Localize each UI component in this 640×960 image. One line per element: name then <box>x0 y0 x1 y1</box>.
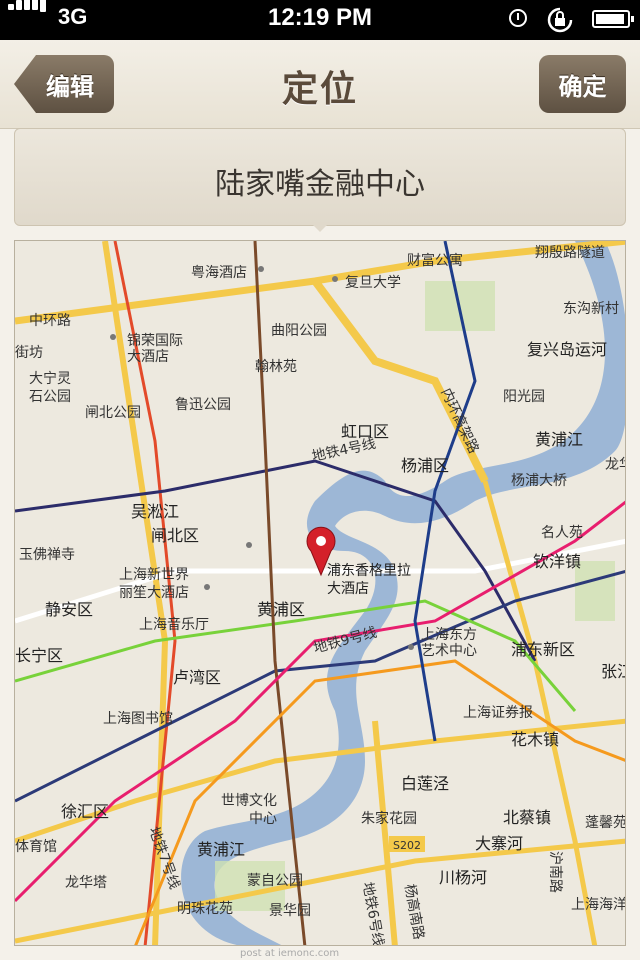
map-label: 大宁灵 <box>29 370 71 387</box>
poi-dot <box>110 334 116 340</box>
map-label: 上海证券报 <box>463 705 533 721</box>
map-label: 上海东方 <box>421 627 477 643</box>
map-label: 景华园 <box>269 903 311 919</box>
poi-dot <box>258 266 264 272</box>
selected-location-panel: 陆家嘴金融中心 <box>14 128 626 226</box>
map-label: 中环路 <box>29 313 71 329</box>
map-label: 龙华塔 <box>65 875 107 891</box>
panel-pointer <box>310 222 330 232</box>
map-label: 丽笙大酒店 <box>119 585 189 601</box>
map-label: 钦洋镇 <box>533 552 581 571</box>
map-label: 艺术中心 <box>421 643 477 659</box>
map-label: 黄浦区 <box>257 600 305 619</box>
rotation-lock-icon <box>547 7 573 33</box>
map-label: 东沟新村 <box>563 301 619 317</box>
map-label: 明珠花苑 <box>177 901 233 917</box>
map-label: 吴淞江 <box>131 502 179 521</box>
map-label: 杨浦区 <box>401 456 449 475</box>
road <box>15 838 625 944</box>
poi-dot <box>408 644 414 650</box>
map-label: 黄浦江 <box>535 430 583 449</box>
map-label: 曲阳公园 <box>271 323 327 339</box>
map-view[interactable]: 中环路 翔殷路隧道 东沟新村 复兴岛运河 财富公寓 粤海酒店 复旦大学 锦荣国际… <box>14 240 626 946</box>
pin-center <box>316 536 326 546</box>
navigation-bar: 编辑 定位 确定 <box>0 40 640 129</box>
map-label: 石公园 <box>29 389 71 405</box>
status-bar: 3G 12:19 PM <box>0 0 640 40</box>
pin-label-line2: 大酒店 <box>327 581 369 597</box>
map-label: 上海新世界 <box>119 567 189 583</box>
map-canvas[interactable]: 中环路 翔殷路隧道 东沟新村 复兴岛运河 财富公寓 粤海酒店 复旦大学 锦荣国际… <box>15 241 626 946</box>
map-label: 朱家花园 <box>361 810 417 827</box>
pin-label-line1: 浦东香格里拉 <box>327 563 411 579</box>
map-label: 闸北公园 <box>85 405 141 421</box>
map-label: 上海海洋 <box>571 897 626 913</box>
map-label: 白莲泾 <box>401 774 449 793</box>
map-label: 北蔡镇 <box>503 808 551 827</box>
map-label: 世博文化 <box>221 792 277 809</box>
map-label: 龙华 <box>605 457 626 473</box>
map-label: 鲁迅公园 <box>175 397 231 413</box>
map-label: 大酒店 <box>127 349 169 365</box>
map-label: 川杨河 <box>439 868 487 887</box>
map-label: 张江 <box>601 662 626 681</box>
map-label: 锦荣国际 <box>127 332 183 349</box>
map-label: 体育馆 <box>15 839 57 855</box>
poi-dot <box>246 542 252 548</box>
location-name: 陆家嘴金融中心 <box>215 167 425 202</box>
map-label: 静安区 <box>45 600 93 619</box>
map-label: 复兴岛运河 <box>527 340 607 359</box>
map-label: 卢湾区 <box>173 668 221 687</box>
map-label: 粤海酒店 <box>191 265 247 281</box>
map-label: 上海图书馆 <box>103 711 173 727</box>
metro-line <box>15 569 625 803</box>
map-label: 名人苑 <box>541 525 583 541</box>
map-label: 蓬馨苑 <box>585 815 626 831</box>
battery-icon <box>592 10 634 28</box>
map-label: 地铁6号线 <box>359 881 386 946</box>
map-label: 翔殷路隧道 <box>535 245 605 261</box>
highway-label: S202 <box>393 839 421 852</box>
confirm-button[interactable]: 确定 <box>539 55 626 113</box>
map-label: 财富公寓 <box>407 252 463 269</box>
map-label: 复旦大学 <box>345 274 401 291</box>
poi-dot <box>332 276 338 282</box>
map-label: 玉佛禅寺 <box>19 547 75 563</box>
map-label: 杨浦大桥 <box>511 473 567 489</box>
map-label: 杨高南路 <box>401 883 427 941</box>
map-label: 翰林苑 <box>255 359 297 375</box>
map-label: 中心 <box>249 811 277 827</box>
map-credits: post at iemonc.com <box>240 948 340 959</box>
map-label: 街坊 <box>15 345 43 361</box>
map-label: 浦东新区 <box>511 640 575 659</box>
map-label: 蒙自公园 <box>247 873 303 889</box>
map-label: 大寨河 <box>475 834 523 853</box>
alarm-icon <box>509 9 527 27</box>
map-label: 黄浦江 <box>197 840 245 859</box>
map-label: 内环高架路 <box>437 386 482 457</box>
map-label: 阳光园 <box>503 389 545 405</box>
map-label: 上海音乐厅 <box>139 616 209 633</box>
map-label: 沪南路 <box>547 851 563 893</box>
map-label: 徐汇区 <box>61 802 109 821</box>
map-label: 花木镇 <box>511 730 559 749</box>
map-label: 长宁区 <box>15 646 63 665</box>
poi-dot <box>204 584 210 590</box>
map-label: 闸北区 <box>151 526 199 545</box>
status-time: 12:19 PM <box>267 4 373 31</box>
